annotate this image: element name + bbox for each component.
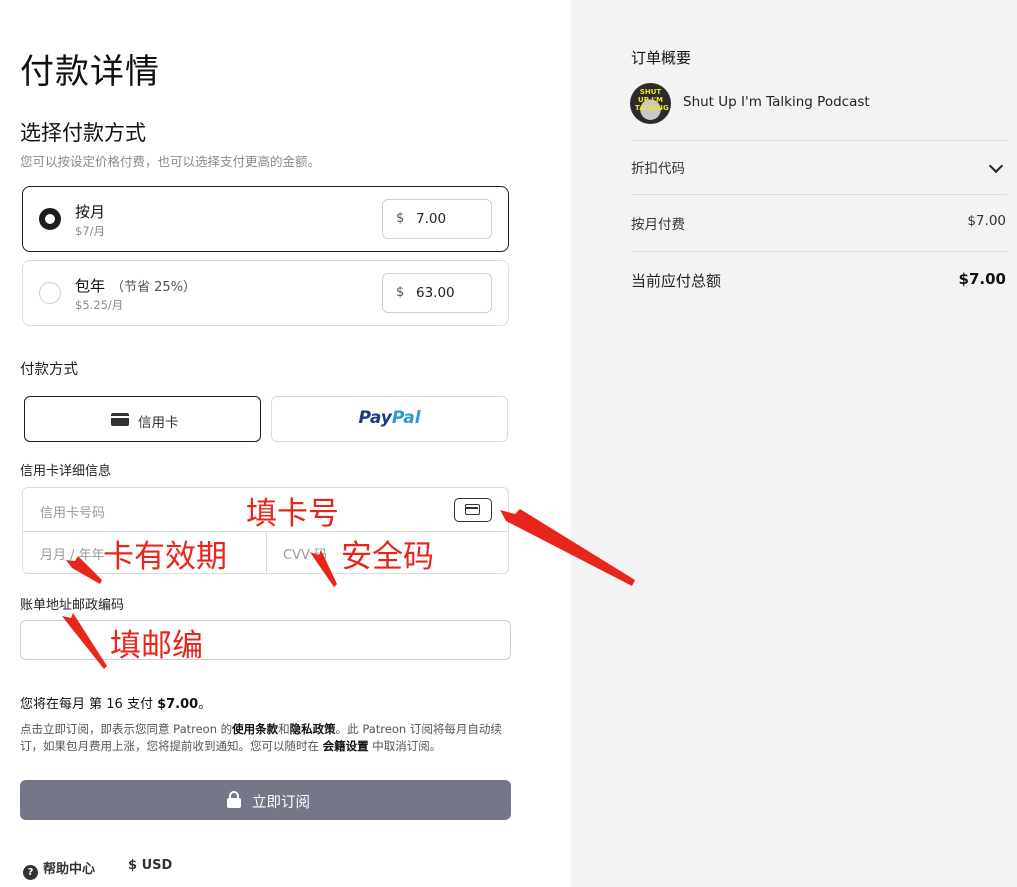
price-value: 63.00 [416,285,455,301]
annotation-cvv: 安全码 [341,539,434,575]
price-value: 7.00 [416,211,447,227]
annotation-card-number: 填卡号 [246,496,339,532]
plan-name: 包年 （节省 25%） [75,277,197,295]
paypal-button[interactable]: PayPal [271,396,508,442]
order-summary-panel: 订单概要 SHUT UP I'M TALKING Shut Up I'm Tal… [571,0,1017,887]
checkout-panel: 付款详情 选择付款方式 您可以按设定价格付费，也可以选择支付更高的金额。 按月 … [0,0,571,887]
divider [266,531,267,574]
divider [631,140,1007,141]
currency-symbol: $ [396,285,405,300]
plan-section-subtitle: 您可以按设定价格付费，也可以选择支付更高的金额。 [20,154,321,169]
monthly-fee-value: $7.00 [967,213,1006,229]
annotation-zip: 填邮编 [110,628,203,664]
help-center-link[interactable]: ? 帮助中心 [23,858,95,880]
plan-price-sub: $7/月 [75,224,106,238]
page-title: 付款详情 [20,52,160,92]
credit-card-label: 信用卡 [138,415,179,431]
help-icon: ? [23,865,38,880]
paypal-logo: PayPal [358,408,421,428]
creator-name: Shut Up I'm Talking Podcast [683,94,870,110]
lock-icon [227,791,241,808]
terms-text: 点击立即订阅，即表示您同意 Patreon 的使用条款和隐私政策。此 Patre… [20,722,502,753]
radio-unselected[interactable] [39,282,61,304]
total-due-label: 当前应付总额 [631,272,722,290]
divider [631,251,1007,252]
card-details-label: 信用卡详细信息 [20,464,112,479]
plan-section-title: 选择付款方式 [20,121,146,145]
price-input[interactable]: $ 63.00 [382,273,492,313]
cvv-input[interactable]: CVV 码 [283,544,327,563]
plan-save-badge: （节省 25%） [111,280,197,295]
chevron-down-icon[interactable] [988,158,1004,174]
annotation-expiry: 卡有效期 [103,539,227,575]
terms-of-use-link[interactable]: 使用条款 [232,722,278,736]
subscribe-label: 立即订阅 [252,795,310,811]
membership-settings-link[interactable]: 会籍设置 [323,739,369,753]
discount-code-toggle[interactable]: 折扣代码 [631,157,685,177]
credit-card-icon [111,413,129,426]
divider [631,194,1007,195]
currency-symbol: $ [396,211,405,226]
monthly-fee-label: 按月付费 [631,217,685,233]
plan-name: 按月 [75,203,106,221]
currency-selector[interactable]: $ USD [128,858,172,873]
price-input[interactable]: $ 7.00 [382,199,492,239]
expiry-input[interactable]: 月月 / 年年 [40,544,105,563]
credit-card-button[interactable]: 信用卡 [24,396,261,442]
card-number-input[interactable]: 信用卡号码 [40,502,105,521]
charge-notice: 您将在每月 第 16 支付 $7.00。 [20,697,212,712]
total-due-value: $7.00 [958,270,1006,288]
plan-option-monthly[interactable]: 按月 $7/月 $ 7.00 [22,186,509,252]
privacy-policy-link[interactable]: 隐私政策 [290,722,336,736]
creator-avatar: SHUT UP I'M TALKING [630,83,671,124]
zip-label: 账单地址邮政编码 [20,598,125,613]
plan-option-yearly[interactable]: 包年 （节省 25%） $5.25/月 $ 63.00 [22,260,509,326]
payment-method-label: 付款方式 [20,362,78,378]
radio-selected[interactable] [39,208,61,230]
card-type-icon [454,498,492,522]
zip-code-input[interactable] [20,620,511,660]
plan-price-sub: $5.25/月 [75,298,124,312]
order-summary-title: 订单概要 [631,49,692,67]
subscribe-button[interactable]: 立即订阅 [20,780,511,820]
